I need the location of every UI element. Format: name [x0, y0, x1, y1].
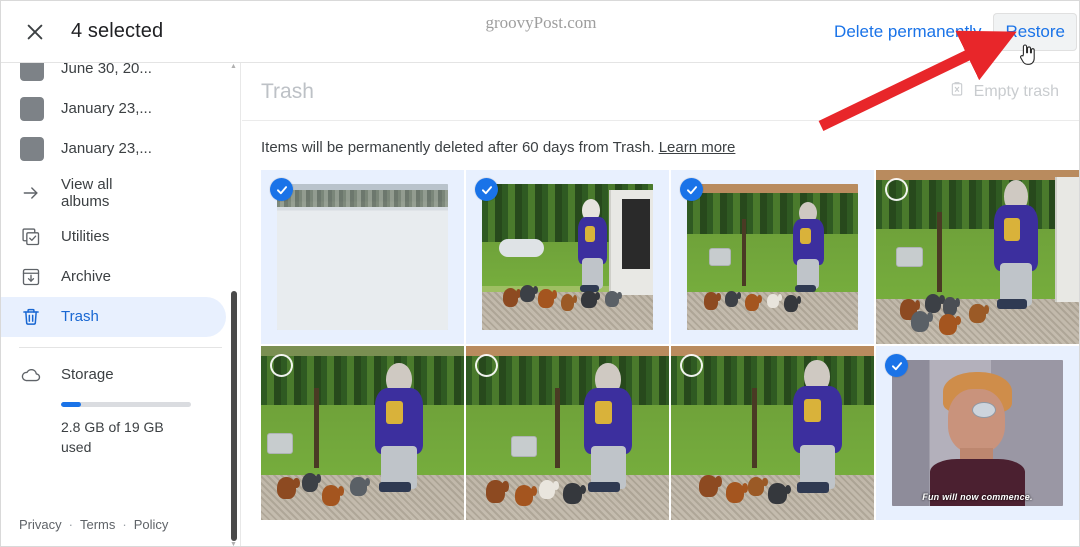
selection-circle-icon[interactable]	[475, 354, 498, 377]
sidebar-item-label: Archive	[61, 268, 112, 286]
album-thumbnail	[17, 63, 45, 81]
terms-link[interactable]: Terms	[80, 517, 115, 532]
sidebar-album-2[interactable]: January 23,...	[1, 129, 226, 169]
sidebar-album-label: January 23,...	[61, 140, 152, 158]
scroll-up-arrow[interactable]: ▲	[230, 63, 237, 70]
scroll-down-arrow[interactable]: ▼	[230, 541, 237, 546]
archive-icon	[17, 267, 45, 287]
arrow-right-icon	[17, 183, 45, 203]
grid-item-woman-feeding-chickens-3[interactable]	[876, 170, 1079, 344]
selection-circle-icon[interactable]	[885, 178, 908, 201]
sidebar-scrollbar[interactable]: ▲ ▼	[230, 63, 237, 546]
close-icon	[24, 21, 46, 43]
selection-checkmark-icon[interactable]	[885, 354, 908, 377]
sidebar-item-view-all-albums[interactable]: View all albums	[1, 169, 226, 217]
footer-separator: ·	[122, 517, 127, 532]
photo-thumbnail	[687, 184, 858, 330]
photo-thumbnail	[482, 184, 653, 330]
grid-item-woman-feeding-chickens-2[interactable]	[671, 170, 874, 344]
empty-trash-button[interactable]: Empty trash	[943, 75, 1065, 108]
selection-checkmark-icon[interactable]	[475, 178, 498, 201]
grid-item-woman-feeding-chickens-1[interactable]	[466, 170, 669, 344]
selection-circle-icon[interactable]	[680, 354, 703, 377]
photo-thumbnail	[261, 346, 464, 520]
grid-item-woman-feeding-chickens-5[interactable]	[466, 346, 669, 520]
selection-checkmark-icon[interactable]	[680, 178, 703, 201]
photo-thumbnail	[671, 346, 874, 520]
sidebar-album-label: June 30, 20...	[61, 63, 152, 78]
learn-more-link[interactable]: Learn more	[659, 139, 736, 156]
storage-progress-bar	[61, 402, 191, 407]
selection-checkmark-icon[interactable]	[270, 178, 293, 201]
utilities-icon	[17, 227, 45, 247]
pointing-hand-cursor	[1017, 42, 1037, 71]
storage-progress-fill	[61, 402, 81, 407]
delete-permanently-button[interactable]: Delete permanently	[822, 13, 993, 51]
sidebar-item-archive[interactable]: Archive	[1, 257, 226, 297]
trash-icon	[17, 307, 45, 327]
storage-label: Storage	[61, 366, 114, 384]
grid-item-woman-feeding-chickens-4[interactable]	[261, 346, 464, 520]
photo-thumbnail	[876, 170, 1079, 344]
sidebar-item-label: Trash	[61, 308, 99, 326]
cloud-icon	[17, 364, 45, 386]
toolbar-actions: Delete permanently Restore	[822, 1, 1079, 62]
trash-header: Trash Empty trash	[242, 63, 1079, 121]
grid-item-snowy-field-photo[interactable]	[261, 170, 464, 344]
sidebar-footer-links: Privacy · Terms · Policy	[19, 517, 168, 532]
close-selection-button[interactable]	[13, 10, 57, 54]
sidebar-album-label: January 23,...	[61, 100, 152, 118]
sidebar-item-utilities[interactable]: Utilities	[1, 217, 226, 257]
google-photos-trash-window: 4 selected groovyPost.com Delete permane…	[0, 0, 1080, 547]
sidebar-item-storage[interactable]: Storage	[1, 358, 240, 392]
empty-trash-icon	[949, 81, 965, 102]
privacy-link[interactable]: Privacy	[19, 517, 62, 532]
retention-notice-text: Items will be permanently deleted after …	[261, 139, 655, 156]
photo-thumbnail	[277, 184, 448, 330]
selected-count-label: 4 selected	[71, 20, 164, 42]
sidebar-divider	[19, 347, 222, 348]
sidebar-item-trash[interactable]: Trash	[1, 297, 226, 337]
grid-item-woman-feeding-chickens-6[interactable]	[671, 346, 874, 520]
trash-main-pane: Trash Empty trash Items will be permanen…	[242, 63, 1079, 546]
sidebar-scrollbar-thumb[interactable]	[231, 291, 237, 541]
retention-notice: Items will be permanently deleted after …	[242, 121, 1079, 170]
sidebar-album-0[interactable]: June 30, 20...	[1, 63, 226, 89]
photo-thumbnail	[466, 346, 669, 520]
selection-circle-icon[interactable]	[270, 354, 293, 377]
sidebar-item-label: View all albums	[61, 175, 113, 210]
sidebar: June 30, 20... January 23,... January 23…	[1, 63, 241, 546]
trash-photo-grid: Fun will now commence.	[242, 170, 1079, 520]
selection-toolbar: 4 selected groovyPost.com Delete permane…	[1, 1, 1079, 63]
footer-separator: ·	[68, 517, 73, 532]
storage-usage-label: 2.8 GB of 19 GB used	[61, 419, 164, 456]
sidebar-item-label: Utilities	[61, 228, 110, 246]
meme-caption: Fun will now commence.	[922, 492, 1033, 502]
policy-link[interactable]: Policy	[134, 517, 169, 532]
empty-trash-label: Empty trash	[973, 82, 1059, 100]
album-thumbnail	[17, 97, 45, 121]
sidebar-album-1[interactable]: January 23,...	[1, 89, 226, 129]
page-title: Trash	[261, 79, 314, 103]
grid-item-seven-of-nine-meme[interactable]: Fun will now commence.	[876, 346, 1079, 520]
photo-thumbnail: Fun will now commence.	[892, 360, 1063, 506]
album-thumbnail	[17, 137, 45, 161]
